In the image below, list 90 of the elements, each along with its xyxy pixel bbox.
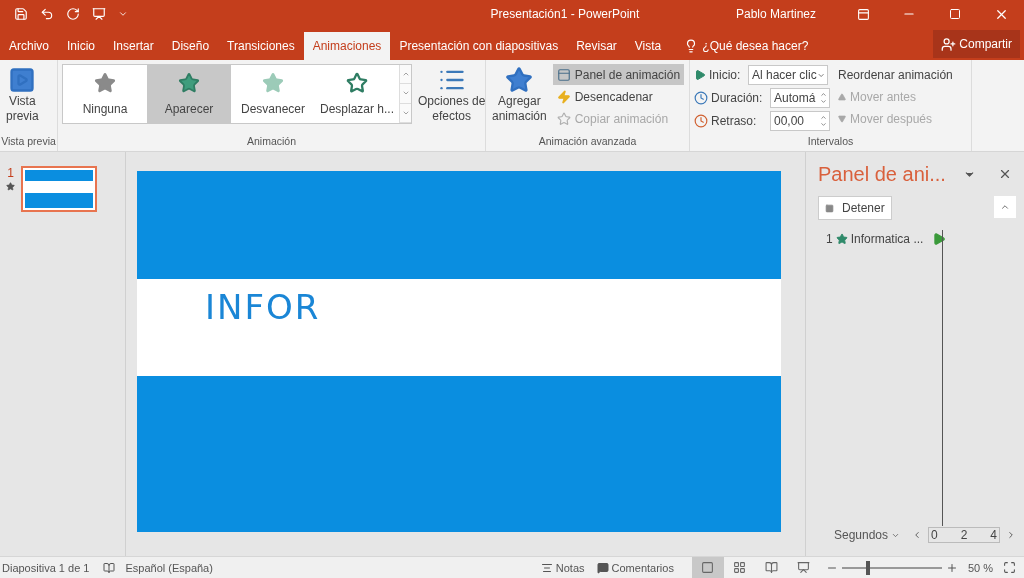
- spelling-icon: [103, 561, 116, 574]
- scroll-left-icon[interactable]: [912, 530, 922, 540]
- zoom-level: 50 %: [967, 561, 993, 574]
- stop-icon: [825, 203, 834, 213]
- animation-item[interactable]: 1 Informatica ...: [826, 230, 1016, 248]
- fit-icon[interactable]: [1003, 561, 1016, 574]
- square-icon: [701, 561, 715, 574]
- star-icon: [94, 72, 116, 94]
- ribbon-tab[interactable]: Insertar: [104, 32, 163, 60]
- slide-thumbnail[interactable]: [21, 166, 97, 212]
- effect-options-button[interactable]: Opciones de efectos: [416, 64, 488, 126]
- animation-option[interactable]: Aparecer: [147, 65, 231, 123]
- close-icon: [998, 167, 1012, 181]
- group-label: Animación: [247, 135, 296, 149]
- star-icon: [262, 72, 284, 94]
- slide-title: INFOR: [205, 287, 321, 327]
- spinner-field[interactable]: Automá: [770, 88, 830, 108]
- clock-icon: [694, 114, 708, 128]
- ribbon-tab[interactable]: Diseño: [162, 32, 219, 60]
- spinner-field[interactable]: 00,00: [770, 111, 830, 131]
- group-label: Vista previa: [1, 135, 56, 149]
- view-button[interactable]: [691, 556, 724, 578]
- zoom-thumb[interactable]: [865, 560, 870, 575]
- maximize-icon: [949, 8, 961, 20]
- zoom-in-icon[interactable]: [945, 561, 958, 574]
- clock-icon: [694, 91, 708, 105]
- notes-button[interactable]: Notas: [534, 556, 591, 578]
- comments-button[interactable]: Comentarios: [590, 556, 680, 578]
- person-add-icon: [941, 36, 957, 52]
- group-label: Intervalos: [807, 135, 854, 149]
- chevron-down-icon: [820, 121, 827, 128]
- slide-count: Diapositiva 1 de 1: [2, 561, 90, 574]
- comment-icon: [596, 561, 609, 574]
- presentation-icon[interactable]: [92, 7, 106, 21]
- ribbon-tab[interactable]: Presentación con diapositivas: [390, 32, 568, 60]
- slide-number: 1: [7, 166, 14, 180]
- star-icon: [178, 72, 200, 94]
- star-icon: [556, 111, 571, 126]
- pane-icon: [556, 67, 571, 82]
- group-label: Animación avanzada: [538, 135, 637, 149]
- reorder-button[interactable]: Reordenar animación: [834, 64, 957, 85]
- start-dropdown[interactable]: Al hacer clic: [748, 65, 828, 85]
- tell-me-search[interactable]: ¿Qué desea hacer?: [678, 32, 815, 60]
- ribbon-display-icon: [856, 7, 870, 21]
- ribbon-tab[interactable]: Transiciones: [218, 32, 304, 60]
- play-icon: [694, 69, 706, 81]
- chevron-up-icon: [820, 91, 827, 98]
- field-label: Inicio:: [709, 68, 742, 82]
- ribbon-tab[interactable]: Inicio: [58, 32, 105, 60]
- save-icon[interactable]: [14, 7, 28, 21]
- chevron-down-icon: [820, 98, 827, 105]
- triangle-up-icon: [838, 92, 846, 101]
- ribbon-tab[interactable]: Vista: [625, 32, 671, 60]
- preview-icon: [8, 66, 37, 94]
- user-name: Pablo Martinez: [735, 7, 816, 21]
- share-button[interactable]: Compartir: [933, 30, 1020, 58]
- field-label: Duración:: [711, 91, 764, 105]
- lightning-icon: [556, 89, 571, 104]
- ribbon-tab[interactable]: Animaciones: [303, 32, 391, 60]
- stop-button[interactable]: Detener: [818, 196, 892, 220]
- star-icon: [6, 182, 15, 191]
- tick-label: 4: [990, 528, 997, 542]
- advanced-animation-button[interactable]: Desencadenar: [552, 86, 685, 107]
- notes-icon: [540, 561, 553, 574]
- customize-icon[interactable]: [118, 9, 128, 19]
- advanced-animation-button[interactable]: Panel de animación: [552, 64, 685, 85]
- scroll-right-icon[interactable]: [1006, 530, 1016, 540]
- language: Español (España): [125, 561, 213, 574]
- preview-button[interactable]: Vista previa: [4, 64, 41, 126]
- outline-star-icon: [346, 72, 368, 94]
- grid-icon: [733, 561, 747, 574]
- undo-icon[interactable]: [40, 7, 54, 21]
- chevron-up-icon: [1000, 202, 1010, 212]
- star-icon: [835, 233, 848, 245]
- field-label: Retraso:: [711, 114, 758, 128]
- seconds-dropdown[interactable]: Segundos: [827, 524, 906, 546]
- play-icon: [932, 232, 947, 246]
- star-icon: [505, 66, 534, 94]
- pane-title: Panel de ani...: [818, 162, 947, 186]
- book-icon: [765, 561, 779, 574]
- ribbon-tab[interactable]: Revisar: [567, 32, 626, 60]
- projector-icon: [797, 561, 811, 574]
- add-animation-button[interactable]: Agregar animación: [490, 64, 549, 126]
- redo-icon[interactable]: [66, 7, 80, 21]
- window-title: Presentación1 - PowerPoint: [489, 7, 641, 21]
- ribbon-tab[interactable]: Archivo: [0, 32, 58, 60]
- tick-label: 2: [960, 528, 968, 542]
- triangle-down-icon: [838, 114, 846, 123]
- tick-label: 0: [931, 528, 938, 542]
- chevron-up-icon: [820, 114, 827, 121]
